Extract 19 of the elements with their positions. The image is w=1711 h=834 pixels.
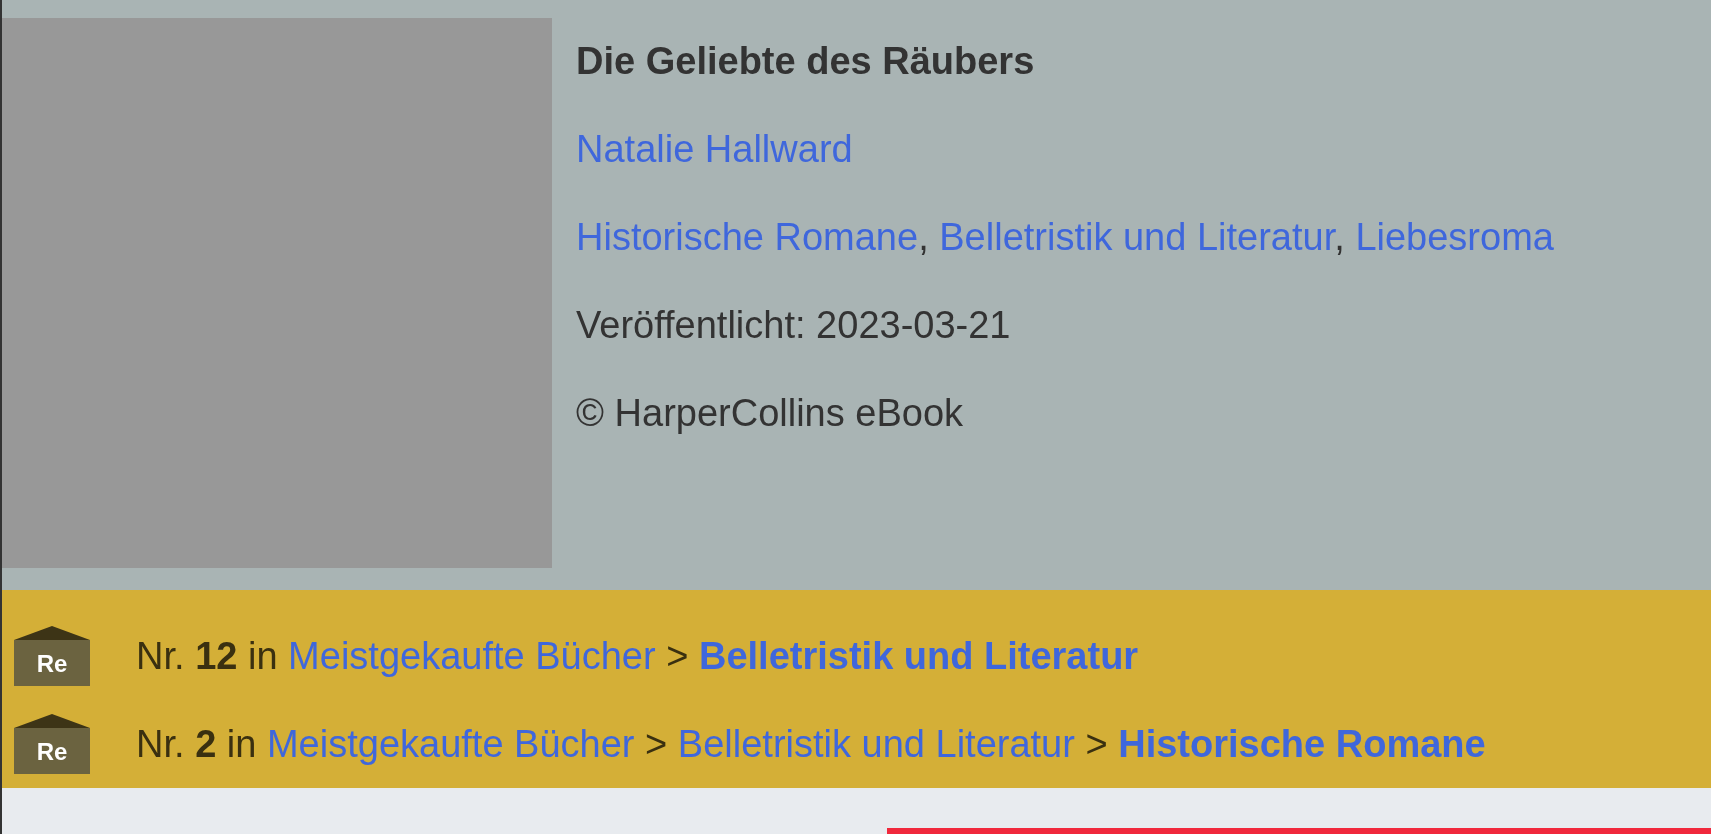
rank-text: Nr. 12 in bbox=[136, 634, 278, 677]
separator-text: , bbox=[918, 216, 929, 258]
separator-text: , bbox=[1334, 216, 1345, 258]
breadcrumb-link[interactable]: Historische Romane bbox=[1118, 722, 1486, 765]
category-link[interactable]: Liebesroma bbox=[1355, 216, 1554, 258]
separator-text: > bbox=[666, 634, 689, 677]
separator-text: > bbox=[1085, 722, 1108, 765]
copyright-text: © HarperCollins eBook bbox=[576, 392, 964, 434]
rank-text: Nr. 2 in bbox=[136, 722, 257, 765]
author-link[interactable]: Natalie Hallward bbox=[576, 128, 853, 170]
breadcrumb-link[interactable]: Belletristik und Literatur bbox=[698, 634, 1139, 677]
breadcrumb-link[interactable]: Meistgekaufte Bücher bbox=[266, 722, 635, 765]
category-link[interactable]: Belletristik und Literatur bbox=[939, 216, 1335, 258]
breadcrumb-link[interactable]: Belletristik und Literatur bbox=[677, 722, 1075, 765]
separator-text: > bbox=[645, 722, 668, 765]
publish-date: Veröffentlicht: 2023-03-21 bbox=[576, 304, 1011, 346]
category-link[interactable]: Historische Romane bbox=[576, 216, 919, 258]
book-title: Die Geliebte des Räubers bbox=[576, 40, 1035, 82]
breadcrumb-link[interactable]: Meistgekaufte Bücher bbox=[288, 634, 656, 677]
